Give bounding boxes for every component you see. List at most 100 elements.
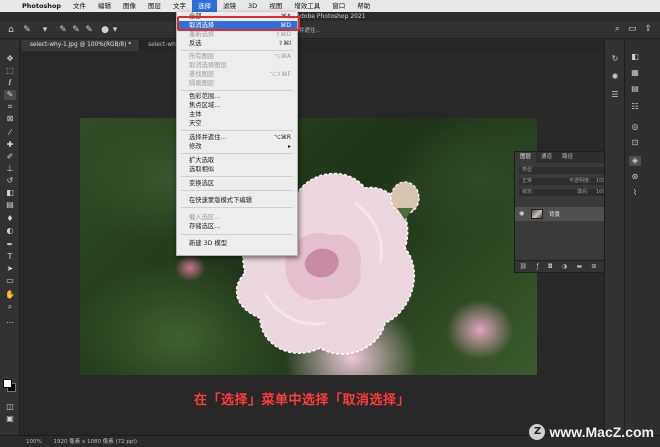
menu-item-find-layers[interactable]: 查找图层 ⌥⇧⌘F (177, 70, 297, 79)
healing-tool-icon[interactable]: ✚ (4, 140, 16, 150)
menu-item-deselect-layers[interactable]: 取消选择图层 (177, 61, 297, 70)
menu-plugins[interactable]: 增效工具 (288, 0, 326, 12)
eyedropper-tool-icon[interactable]: ⁄ (4, 128, 16, 138)
lasso-tool-icon[interactable]: ℓ (4, 78, 16, 88)
marquee-tool-icon[interactable]: ⬚ (4, 66, 16, 76)
swatches-panel-icon[interactable]: ▦ (629, 68, 641, 78)
tab-channels[interactable]: 通道 (536, 152, 557, 163)
quick-selection-tool-icon[interactable]: ✎ (4, 90, 16, 100)
zoom-tool-icon[interactable]: ⌕ (4, 302, 16, 312)
menu-bar: Photoshop 文件 编辑 图像 图层 文字 选择 滤镜 3D 视图 增效工… (0, 0, 660, 12)
adjustment-icon[interactable]: ◑ (562, 263, 567, 270)
subtract-selection-icon[interactable]: ✎ (84, 25, 94, 35)
stamp-tool-icon[interactable]: ⊥ (4, 164, 16, 174)
adjustments-icon[interactable]: ✺ (609, 72, 621, 82)
layers-panel-icon[interactable]: ◈ (629, 156, 641, 166)
menu-3d[interactable]: 3D (242, 0, 263, 12)
eraser-tool-icon[interactable]: ◧ (4, 188, 16, 198)
add-mask-icon[interactable]: ◘ (548, 263, 553, 270)
menu-help[interactable]: 帮助 (351, 0, 376, 12)
menu-window[interactable]: 窗口 (326, 0, 351, 12)
pen-tool-icon[interactable]: ✒ (4, 240, 16, 250)
layer-name: 背景 (549, 212, 561, 218)
group-folder-icon[interactable]: ▬ (576, 263, 582, 270)
menu-layer[interactable]: 图层 (142, 0, 167, 12)
new-layer-icon[interactable]: ⊞ (591, 263, 596, 270)
zoom-level[interactable]: 100% (26, 439, 42, 445)
menu-item-isolate-layers[interactable]: 隔离图层 (177, 79, 297, 88)
fx-icon[interactable]: ƒ (537, 263, 539, 270)
gradient-tool-icon[interactable]: ▤ (4, 200, 16, 210)
hand-tool-icon[interactable]: ✋ (4, 290, 16, 300)
more-tools-icon[interactable]: … (4, 316, 16, 326)
menu-photoshop[interactable]: Photoshop (16, 0, 67, 12)
menu-item-sky[interactable]: 天空 (177, 119, 297, 128)
menu-select[interactable]: 选择 (192, 0, 218, 12)
menu-item-reselect[interactable]: 重新选择 ⇧⌘D (177, 30, 297, 39)
blur-tool-icon[interactable]: ♦ (4, 214, 16, 224)
libraries-panel-icon[interactable]: ☷ (629, 102, 641, 112)
menu-item-color-range[interactable]: 色彩范围... (177, 92, 297, 101)
foreground-color-swatch[interactable] (3, 379, 12, 388)
menu-view[interactable]: 视图 (263, 0, 288, 12)
layer-kind-filter[interactable]: 类型 (519, 167, 615, 174)
menu-item-similar[interactable]: 选取相似 (177, 165, 297, 174)
add-selection-icon[interactable]: ✎ (71, 25, 81, 35)
tab-paths[interactable]: 路径 (557, 152, 578, 163)
menu-item-load-selection[interactable]: 载入选区... (177, 213, 297, 222)
tool-preset-chevron-icon[interactable]: ▾ (40, 25, 50, 35)
paths-panel-icon[interactable]: ⌇ (629, 188, 641, 198)
screen-mode-icon[interactable]: ▣ (4, 414, 16, 424)
crop-tool-icon[interactable]: ⌗ (4, 102, 16, 112)
workspace-icon[interactable]: ▭ (628, 24, 637, 34)
menu-edit[interactable]: 编辑 (92, 0, 117, 12)
menu-image[interactable]: 图像 (117, 0, 142, 12)
menu-item-select-and-mask[interactable]: 选择并遮住... ⌥⌘R (177, 133, 297, 142)
history-icon[interactable]: ↻ (609, 54, 621, 64)
menu-item-transform-selection[interactable]: 变换选区 (177, 179, 297, 188)
styles-panel-icon[interactable]: ◎ (629, 122, 641, 132)
move-tool-icon[interactable]: ✥ (4, 54, 16, 64)
brush-tool-icon[interactable]: ✐ (4, 152, 16, 162)
menu-item-new-3d-model[interactable]: 新建 3D 模型 (177, 239, 297, 248)
patterns-panel-icon[interactable]: ⊡ (629, 138, 641, 148)
menu-item-focus-area[interactable]: 焦点区域... (177, 101, 297, 110)
brush-size-icon[interactable]: ● (100, 25, 110, 35)
document-info[interactable]: 1920 像素 x 1080 像素 (72 ppi) (53, 439, 137, 445)
menu-item-subject[interactable]: 主体 (177, 110, 297, 119)
path-selection-tool-icon[interactable]: ➤ (4, 264, 16, 274)
channels-panel-icon[interactable]: ⊛ (629, 172, 641, 182)
search-icon[interactable]: ⌕ (615, 24, 620, 34)
menu-file[interactable]: 文件 (67, 0, 92, 12)
rectangle-tool-icon[interactable]: ▭ (4, 276, 16, 286)
layer-row-background[interactable]: ◉ 背景 ⚿ (515, 207, 618, 221)
lock-fill-row[interactable]: 锁定:填充:100% (519, 189, 615, 196)
menu-item-all-layers[interactable]: 所有图层 ⌥⌘A (177, 52, 297, 61)
quick-select-tool-icon[interactable]: ✎ (22, 25, 32, 35)
layers-panel-footer: ⛓ ƒ ◘ ◑ ▬ ⊞ 🗑 (515, 260, 618, 272)
home-icon[interactable]: ⌂ (6, 25, 16, 35)
tab-layers[interactable]: 图层 (515, 152, 537, 163)
new-selection-icon[interactable]: ✎ (58, 25, 68, 35)
dodge-tool-icon[interactable]: ◐ (4, 226, 16, 236)
menu-item-grow[interactable]: 扩大选取 (177, 156, 297, 165)
brush-options-chevron-icon[interactable]: ▾ (110, 25, 120, 35)
menu-item-modify[interactable]: 修改 ▸ (177, 142, 297, 151)
frame-tool-icon[interactable]: ⊠ (4, 114, 16, 124)
color-panel-icon[interactable]: ◧ (629, 52, 641, 62)
tab-select-why-1[interactable]: select-why-1.jpg @ 100%(RGB/8) * (22, 40, 141, 51)
menu-item-quick-mask-edit[interactable]: 在快速蒙版模式下编辑 (177, 196, 297, 205)
gradients-panel-icon[interactable]: ▤ (629, 84, 641, 94)
document-image[interactable] (80, 118, 537, 375)
visibility-eye-icon[interactable]: ◉ (519, 210, 524, 217)
properties-icon[interactable]: ☰ (609, 90, 621, 100)
blend-mode-select[interactable]: 正常不透明度:100% (519, 178, 615, 185)
share-icon[interactable]: ⇪ (644, 24, 652, 34)
menu-filter[interactable]: 滤镜 (217, 0, 242, 12)
menu-item-inverse[interactable]: 反选 ⇧⌘I (177, 39, 297, 48)
type-tool-icon[interactable]: T (4, 252, 16, 262)
menu-type[interactable]: 文字 (167, 0, 192, 12)
link-layers-icon[interactable]: ⛓ (520, 263, 528, 270)
menu-item-save-selection[interactable]: 存储选区... (177, 222, 297, 231)
history-brush-tool-icon[interactable]: ↺ (4, 176, 16, 186)
